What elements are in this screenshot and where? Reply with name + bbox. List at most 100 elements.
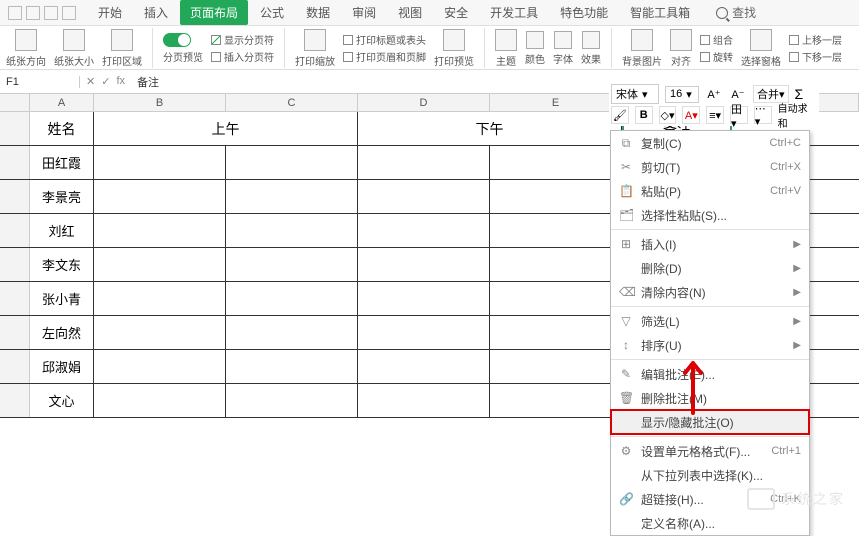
tab-start[interactable]: 开始 <box>88 0 132 25</box>
tab-review[interactable]: 审阅 <box>342 0 386 25</box>
btn-effects[interactable]: 效果 <box>581 31 601 66</box>
font-name-select[interactable]: 宋体▾ <box>611 84 659 104</box>
tab-smarttools[interactable]: 智能工具箱 <box>620 0 700 25</box>
chevron-right-icon: ▶ <box>793 316 801 327</box>
menu-icon: ✎ <box>619 367 633 381</box>
menu-item-9[interactable]: ▽筛选(L)▶ <box>611 309 809 333</box>
border-button[interactable]: 田▾ <box>730 106 748 124</box>
btn-align[interactable]: 对齐 <box>670 29 692 68</box>
search-box[interactable]: 查找 <box>716 4 756 21</box>
font-size-select[interactable]: 16▾ <box>665 86 699 103</box>
qa-icon-4[interactable] <box>62 6 76 20</box>
tab-data[interactable]: 数据 <box>296 0 340 25</box>
tab-insert[interactable]: 插入 <box>134 0 178 25</box>
menu-item-17[interactable]: 从下拉列表中选择(K)... <box>611 463 809 487</box>
fx-icon[interactable]: fx <box>116 75 125 88</box>
cell-A2[interactable]: 田红霞 <box>30 146 94 179</box>
menu-item-3[interactable]: 🗂选择性粘贴(S)... <box>611 203 809 227</box>
menu-item-5[interactable]: ⊞插入(I)▶ <box>611 232 809 256</box>
btn-fonts[interactable]: 字体 <box>553 31 573 66</box>
menu-icon: ✂ <box>619 160 633 174</box>
menu-item-16[interactable]: ⚙设置单元格格式(F)...Ctrl+1 <box>611 439 809 463</box>
fill-color-button[interactable]: ◇▾ <box>659 106 677 124</box>
colhdr-E[interactable]: E <box>490 94 622 111</box>
ribbon-group-page: 纸张方向 纸张大小 打印区域 <box>6 28 153 68</box>
toggle-pagebreak-preview[interactable] <box>163 33 191 47</box>
font-color-button[interactable]: A▾ <box>682 106 700 124</box>
cell-D2[interactable] <box>358 146 490 179</box>
chk-show-breaks[interactable]: 显示分页符 <box>211 32 274 47</box>
cell-B2[interactable] <box>94 146 226 179</box>
tab-formula[interactable]: 公式 <box>250 0 294 25</box>
btn-theme[interactable]: 主题 <box>495 29 517 68</box>
btn-print-headers[interactable]: 打印页眉和页脚 <box>343 49 426 64</box>
tab-view[interactable]: 视图 <box>388 0 432 25</box>
cell-A4[interactable]: 刘红 <box>30 214 94 247</box>
cell-A5[interactable]: 李文东 <box>30 248 94 281</box>
qa-icon-2[interactable] <box>26 6 40 20</box>
menu-item-6[interactable]: 删除(D)▶ <box>611 256 809 280</box>
btn-bring-forward[interactable]: 上移一层 <box>789 32 842 47</box>
btn-send-backward[interactable]: 下移一层 <box>789 49 842 64</box>
tab-pagelayout[interactable]: 页面布局 <box>180 0 248 25</box>
menu-item-18[interactable]: 🔗超链接(H)...Ctrl+K <box>611 487 809 511</box>
ribbon-group-arrange: 背景图片 对齐 组合 旋转 选择窗格 上移一层 下移一层 <box>622 28 852 68</box>
btn-printarea[interactable]: 打印区域 <box>102 29 142 68</box>
tab-features[interactable]: 特色功能 <box>550 0 618 25</box>
name-box[interactable]: F1 <box>0 76 80 88</box>
colhdr-A[interactable]: A <box>30 94 94 111</box>
menu-item-0[interactable]: ⧉复制(C)Ctrl+C <box>611 131 809 155</box>
bold-button[interactable]: B <box>635 106 653 124</box>
btn-print-preview[interactable]: 打印预览 <box>434 29 474 68</box>
menu-shortcut: Ctrl+K <box>770 493 801 505</box>
align-button[interactable]: ≡▾ <box>706 106 724 124</box>
format-painter-button[interactable]: 🖌 <box>611 106 629 124</box>
format-button[interactable]: ⋯▾ <box>754 106 772 124</box>
cell-A7[interactable]: 左向然 <box>30 316 94 349</box>
btn-selection-pane[interactable]: 选择窗格 <box>741 29 781 68</box>
rowhdr-2[interactable] <box>0 146 30 179</box>
tab-security[interactable]: 安全 <box>434 0 478 25</box>
menu-item-19[interactable]: 定义名称(A)... <box>611 511 809 535</box>
chevron-right-icon: ▶ <box>793 239 801 250</box>
font-grow-button[interactable]: A⁺ <box>705 85 723 103</box>
colhdr-C[interactable]: C <box>226 94 358 111</box>
tab-devtools[interactable]: 开发工具 <box>480 0 548 25</box>
menu-item-13[interactable]: 🗑删除批注(M) <box>611 386 809 410</box>
fx-cancel-icon[interactable]: ✕ <box>86 75 95 88</box>
select-all-corner[interactable] <box>0 94 30 111</box>
cell-C2[interactable] <box>226 146 358 179</box>
rowhdr-3[interactable] <box>0 180 30 213</box>
colhdr-D[interactable]: D <box>358 94 490 111</box>
menu-item-14[interactable]: 显示/隐藏批注(O) <box>611 410 809 434</box>
btn-group[interactable]: 组合 <box>700 32 733 47</box>
btn-colors[interactable]: 颜色 <box>525 31 545 66</box>
cell-A6[interactable]: 张小青 <box>30 282 94 315</box>
btn-bgimage[interactable]: 背景图片 <box>622 29 662 68</box>
qa-icon-3[interactable] <box>44 6 58 20</box>
rowhdr-1[interactable] <box>0 112 30 145</box>
menu-item-1[interactable]: ✂剪切(T)Ctrl+X <box>611 155 809 179</box>
menu-item-10[interactable]: ↕排序(U)▶ <box>611 333 809 357</box>
cell-A3[interactable]: 李景亮 <box>30 180 94 213</box>
colhdr-B[interactable]: B <box>94 94 226 111</box>
fx-confirm-icon[interactable]: ✓ <box>101 75 110 88</box>
menu-icon: ⊞ <box>619 237 633 251</box>
cell-A9[interactable]: 文心 <box>30 384 94 417</box>
cell-E2[interactable] <box>490 146 622 179</box>
btn-print-titles[interactable]: 打印标题或表头 <box>343 32 426 47</box>
menu-item-2[interactable]: 📋粘贴(P)Ctrl+V <box>611 179 809 203</box>
btn-orientation[interactable]: 纸张方向 <box>6 29 46 68</box>
btn-insert-break[interactable]: 插入分页符 <box>211 49 274 64</box>
cell-D1E1[interactable]: 下午 <box>358 112 622 145</box>
menu-label: 定义名称(A)... <box>641 515 801 532</box>
menu-item-12[interactable]: ✎编辑批注(E)... <box>611 362 809 386</box>
cell-B1C1[interactable]: 上午 <box>94 112 358 145</box>
btn-print-scale[interactable]: 打印缩放 <box>295 29 335 68</box>
btn-rotate[interactable]: 旋转 <box>700 49 733 64</box>
menu-item-7[interactable]: ⌫清除内容(N)▶ <box>611 280 809 304</box>
btn-papersize[interactable]: 纸张大小 <box>54 29 94 68</box>
cell-A1[interactable]: 姓名 <box>30 112 94 145</box>
qa-icon-1[interactable] <box>8 6 22 20</box>
cell-A8[interactable]: 邱淑娟 <box>30 350 94 383</box>
